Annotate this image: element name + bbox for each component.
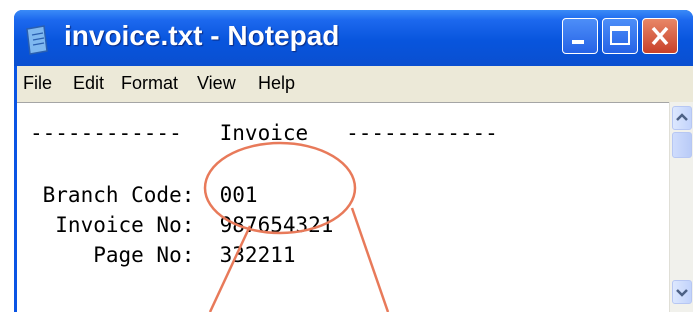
minimize-button[interactable] [562,18,598,54]
text-line-page-no: Page No: 332211 [30,243,296,267]
menu-format[interactable]: Format [121,73,178,94]
menu-view[interactable]: View [197,73,236,94]
text-editor[interactable]: ------------ Invoice ------------ Branch… [17,102,669,312]
vertical-scrollbar[interactable] [669,102,693,312]
notepad-icon [26,25,48,55]
title-bar[interactable]: invoice.txt - Notepad [14,10,693,66]
scroll-down-button[interactable] [672,280,692,304]
menu-file[interactable]: File [23,73,52,94]
chevron-down-icon [676,289,688,297]
text-line-invoice-no: Invoice No: 987654321 [30,213,334,237]
menu-help[interactable]: Help [258,73,295,94]
scroll-up-button[interactable] [672,106,692,130]
menu-bar: File Edit Format View Help [14,66,693,102]
close-icon [651,26,669,46]
chevron-up-icon [676,113,688,121]
maximize-icon [610,26,630,45]
menu-edit[interactable]: Edit [73,73,104,94]
window-title: invoice.txt - Notepad [64,20,340,51]
maximize-button[interactable] [602,18,638,54]
text-line-header: ------------ Invoice ------------ [30,121,498,145]
text-line-branch-code: Branch Code: 001 [30,183,258,207]
close-button[interactable] [642,18,678,54]
notepad-window: invoice.txt - Notepad File Edit Format V… [14,10,693,312]
minimize-icon [572,40,584,44]
scroll-thumb[interactable] [672,132,692,158]
